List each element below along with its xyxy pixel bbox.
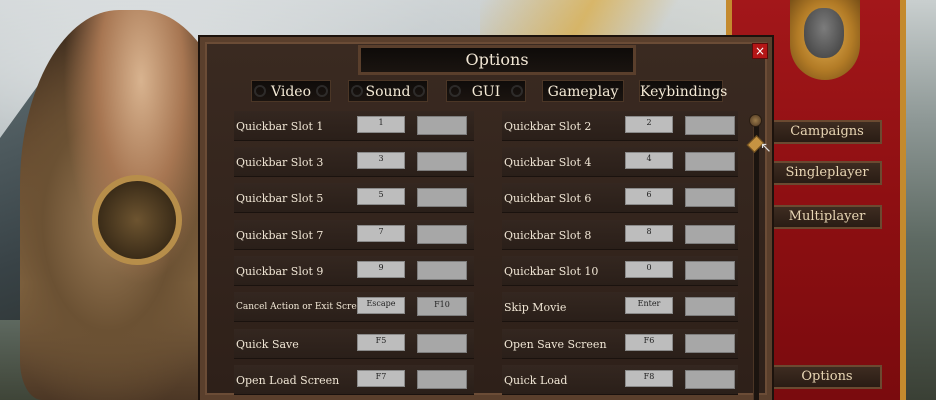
binding-label: Quickbar Slot 2 — [504, 120, 592, 133]
primary-key-button[interactable]: 6 — [625, 188, 673, 205]
dialog-title: Options — [358, 45, 636, 75]
tab-ornament-icon — [316, 85, 328, 97]
binding-label: Quickbar Slot 6 — [504, 192, 592, 205]
binding-label: Quickbar Slot 3 — [236, 156, 324, 169]
binding-row: Cancel Action or Exit Screen Escape F10 — [234, 292, 474, 322]
binding-label: Quickbar Slot 7 — [236, 229, 324, 242]
primary-key-button[interactable]: F8 — [625, 370, 673, 387]
secondary-key-button[interactable] — [417, 152, 467, 171]
binding-label: Quick Load — [504, 374, 568, 387]
primary-key-button[interactable]: F7 — [357, 370, 405, 387]
binding-row: Quick Save F5 — [234, 329, 474, 359]
binding-label: Quickbar Slot 4 — [504, 156, 592, 169]
binding-label: Quickbar Slot 5 — [236, 192, 324, 205]
secondary-key-button[interactable] — [685, 261, 735, 280]
binding-row: Quickbar Slot 7 7 — [234, 220, 474, 250]
tab-keybindings[interactable]: Keybindings — [639, 80, 727, 102]
tab-label: Video — [270, 84, 312, 100]
binding-row: Quickbar Slot 3 3 — [234, 147, 474, 177]
tab-label: Keybindings — [640, 84, 728, 100]
tab-label: Sound — [365, 84, 411, 100]
binding-row: Quickbar Slot 10 0 — [502, 256, 738, 286]
primary-key-button[interactable]: Enter — [625, 297, 673, 314]
binding-label: Skip Movie — [504, 301, 567, 314]
binding-row: Open Load Screen F7 — [234, 365, 474, 395]
primary-key-button[interactable]: 7 — [357, 225, 405, 242]
crest-face-icon — [804, 8, 844, 58]
binding-row: Quickbar Slot 4 4 — [502, 147, 738, 177]
scroll-up-icon[interactable] — [749, 114, 762, 127]
primary-key-button[interactable]: 1 — [357, 116, 405, 133]
secondary-key-button[interactable] — [417, 261, 467, 280]
binding-row: Skip Movie Enter — [502, 292, 738, 322]
options-button[interactable]: Options — [772, 365, 882, 389]
tab-ornament-icon — [449, 85, 461, 97]
tab-ornament-icon — [254, 85, 266, 97]
binding-row: Quick Load F8 — [502, 365, 738, 395]
secondary-key-button[interactable] — [685, 152, 735, 171]
primary-key-button[interactable]: Escape — [357, 297, 405, 314]
tab-video[interactable]: Video — [251, 80, 331, 102]
tab-label: Gameplay — [547, 84, 619, 100]
secondary-key-button[interactable] — [685, 116, 735, 135]
secondary-key-button[interactable] — [417, 188, 467, 207]
secondary-key-button[interactable] — [417, 334, 467, 353]
tab-gui[interactable]: GUI — [446, 80, 526, 102]
binding-label: Quickbar Slot 10 — [504, 265, 599, 278]
secondary-key-button[interactable] — [685, 297, 735, 316]
secondary-key-button[interactable] — [685, 370, 735, 389]
binding-row: Quickbar Slot 6 6 — [502, 183, 738, 213]
tab-ornament-icon — [413, 85, 425, 97]
binding-row: Quickbar Slot 8 8 — [502, 220, 738, 250]
primary-key-button[interactable]: 9 — [357, 261, 405, 278]
secondary-key-button[interactable] — [417, 116, 467, 135]
tab-label: GUI — [471, 84, 501, 100]
primary-key-button[interactable]: 4 — [625, 152, 673, 169]
tab-sound[interactable]: Sound — [348, 80, 428, 102]
mouse-cursor-icon: ↖ — [760, 140, 772, 156]
binding-label: Cancel Action or Exit Screen — [236, 302, 368, 312]
primary-key-button[interactable]: F5 — [357, 334, 405, 351]
close-button[interactable]: × — [752, 43, 768, 59]
binding-row: Quickbar Slot 9 9 — [234, 256, 474, 286]
binding-row: Quickbar Slot 2 2 — [502, 111, 738, 141]
binding-label: Quickbar Slot 1 — [236, 120, 324, 133]
binding-row: Quickbar Slot 1 1 — [234, 111, 474, 141]
tab-gameplay[interactable]: Gameplay — [542, 80, 624, 102]
secondary-key-button[interactable] — [417, 225, 467, 244]
primary-key-button[interactable]: 5 — [357, 188, 405, 205]
multiplayer-button[interactable]: Multiplayer — [772, 205, 882, 229]
primary-key-button[interactable]: 0 — [625, 261, 673, 278]
secondary-key-button[interactable] — [685, 225, 735, 244]
secondary-key-button[interactable] — [417, 370, 467, 389]
binding-label: Quickbar Slot 8 — [504, 229, 592, 242]
campaigns-button[interactable]: Campaigns — [772, 120, 882, 144]
binding-row: Open Save Screen F6 — [502, 329, 738, 359]
secondary-key-button[interactable] — [685, 334, 735, 353]
binding-row: Quickbar Slot 5 5 — [234, 183, 474, 213]
secondary-key-button[interactable] — [685, 188, 735, 207]
binding-label: Open Save Screen — [504, 338, 607, 351]
primary-key-button[interactable]: 3 — [357, 152, 405, 169]
binding-label: Quickbar Slot 9 — [236, 265, 324, 278]
singleplayer-button[interactable]: Singleplayer — [772, 161, 882, 185]
hero-shoulder-ornament — [92, 175, 182, 265]
tab-ornament-icon — [511, 85, 523, 97]
tab-ornament-icon — [351, 85, 363, 97]
binding-label: Quick Save — [236, 338, 299, 351]
primary-key-button[interactable]: 8 — [625, 225, 673, 242]
primary-key-button[interactable]: F6 — [625, 334, 673, 351]
primary-key-button[interactable]: 2 — [625, 116, 673, 133]
scrollbar-track[interactable] — [753, 115, 759, 400]
binding-label: Open Load Screen — [236, 374, 340, 387]
secondary-key-button[interactable]: F10 — [417, 297, 467, 316]
